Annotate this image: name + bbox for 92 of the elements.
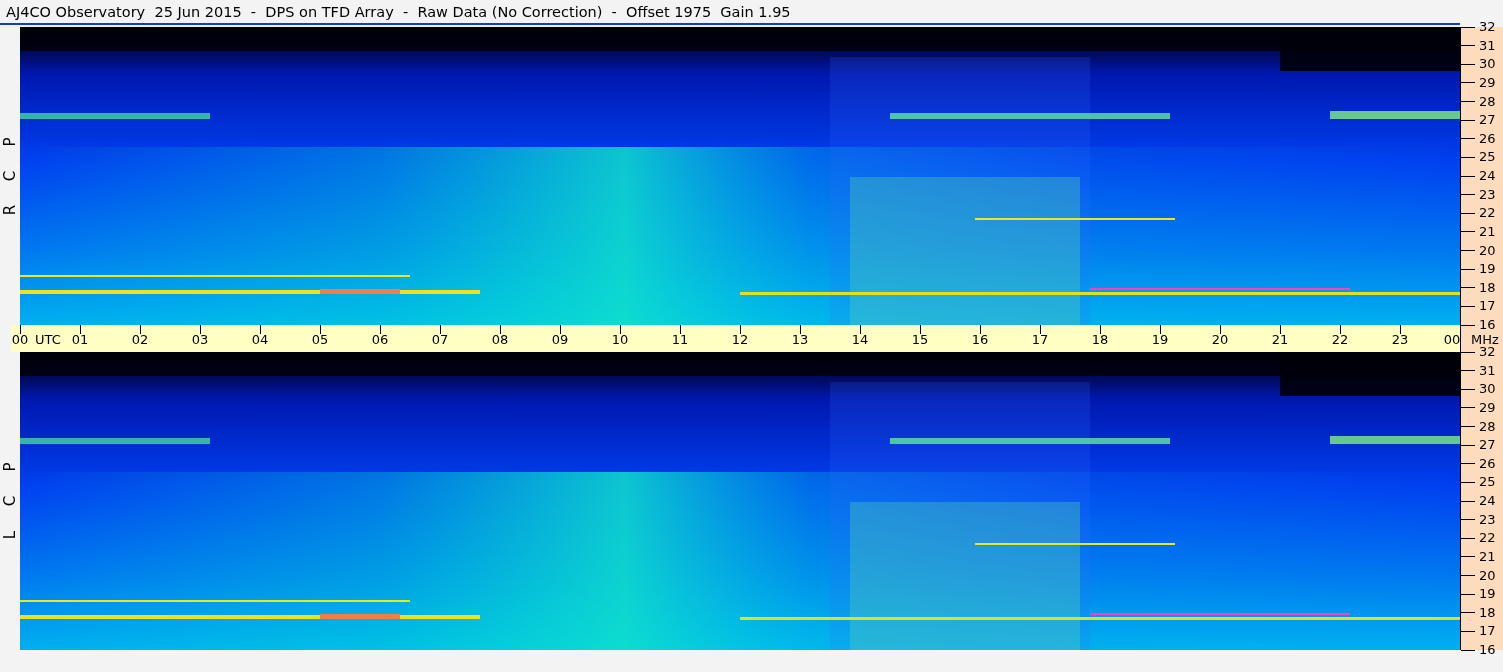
tick-mark [1219,325,1221,334]
frequency-label: 28 [1479,94,1496,109]
time-label: 17 [1031,333,1049,347]
tick-mark [379,325,381,334]
frequency-label: 32 [1479,345,1496,359]
frequency-label: 27 [1479,113,1496,128]
frequency-label: 27 [1479,438,1496,453]
polarization-letter: C [2,495,18,507]
frequency-label: 19 [1479,262,1496,277]
time-label: 10 [611,333,629,347]
frequency-label: 24 [1479,169,1496,183]
time-label: 23 [1391,333,1409,347]
frequency-label: 19 [1479,587,1496,602]
tick-mark [859,325,861,334]
tick-mark [199,325,201,334]
frequency-label: 18 [1479,280,1496,295]
time-label: 05 [311,333,329,347]
frequency-label: 32 [1479,20,1496,34]
frequency-label: 26 [1479,456,1496,471]
tick-mark [139,325,141,334]
window-title: AJ4CO Observatory 25 Jun 2015 - DPS on TFD Array - Raw Data (No Correction) - Offset 1975 Gain 1.95 [0,0,1460,25]
frequency-label: 23 [1479,512,1496,527]
polarization-letter: P [2,462,18,472]
frequency-label: 25 [1479,475,1496,490]
frequency-label: 22 [1479,531,1496,546]
tick-mark [619,325,621,334]
time-label: 00 [11,333,29,347]
frequency-label: 29 [1479,400,1496,415]
tick-mark [559,325,561,334]
frequency-label: 17 [1479,624,1496,639]
frequency-label: 29 [1479,75,1496,90]
frequency-label: 31 [1479,363,1496,378]
tick-mark [1339,325,1341,334]
frequency-label: 16 [1479,643,1496,657]
time-label: 12 [731,333,749,347]
time-label: 07 [431,333,449,347]
tick-mark [259,325,261,334]
tick-mark [499,325,501,334]
tick-mark [979,325,981,334]
frequency-label: 28 [1479,419,1496,434]
time-label: 00 [1443,333,1461,347]
frequency-label: 31 [1479,38,1496,53]
frequency-label: 30 [1479,382,1496,397]
time-label: 03 [191,333,209,347]
frequency-label: 24 [1479,494,1496,508]
tick-mark [799,325,801,334]
frequency-label: 25 [1479,150,1496,165]
polarization-letter: C [2,170,18,182]
tick-mark [19,325,21,334]
tick-mark [919,325,921,334]
time-label: 06 [371,333,389,347]
tick-mark [1039,325,1041,334]
tick-mark [1099,325,1101,334]
time-unit-label: UTC [35,333,61,347]
frequency-label: 23 [1479,187,1496,202]
time-label: 18 [1091,333,1109,347]
frequency-label: 30 [1479,57,1496,72]
tick-mark [1159,325,1161,334]
tick-mark [319,325,321,334]
tick-mark [1279,325,1281,334]
time-label: 02 [131,333,149,347]
frequency-unit-label: MHz [1471,333,1499,347]
tick-mark [439,325,441,334]
frequency-label: 21 [1479,224,1496,239]
time-label: 21 [1271,333,1289,347]
time-label: 08 [491,333,509,347]
frequency-label: 26 [1479,131,1496,146]
tick-mark [679,325,681,334]
tick-mark [1399,325,1401,334]
tick-mark [739,325,741,334]
frequency-label: 20 [1479,568,1496,583]
tick-mark [79,325,81,334]
frequency-label: 21 [1479,549,1496,564]
time-label: 11 [671,333,689,347]
frequency-label: 16 [1479,318,1496,332]
time-label: 09 [551,333,569,347]
polarization-letter: P [2,137,18,147]
time-label: 16 [971,333,989,347]
frequency-label: 17 [1479,299,1496,314]
polarization-letter: L [2,530,18,540]
time-label: 01 [71,333,89,347]
time-label: 15 [911,333,929,347]
time-label: 14 [851,333,869,347]
polarization-letter: R [2,204,18,216]
time-label: 22 [1331,333,1349,347]
frequency-label: 20 [1479,243,1496,258]
time-label: 04 [251,333,269,347]
frequency-label: 22 [1479,206,1496,221]
frequency-label: 18 [1479,605,1496,620]
time-label: 19 [1151,333,1169,347]
time-label: 20 [1211,333,1229,347]
time-label: 13 [791,333,809,347]
